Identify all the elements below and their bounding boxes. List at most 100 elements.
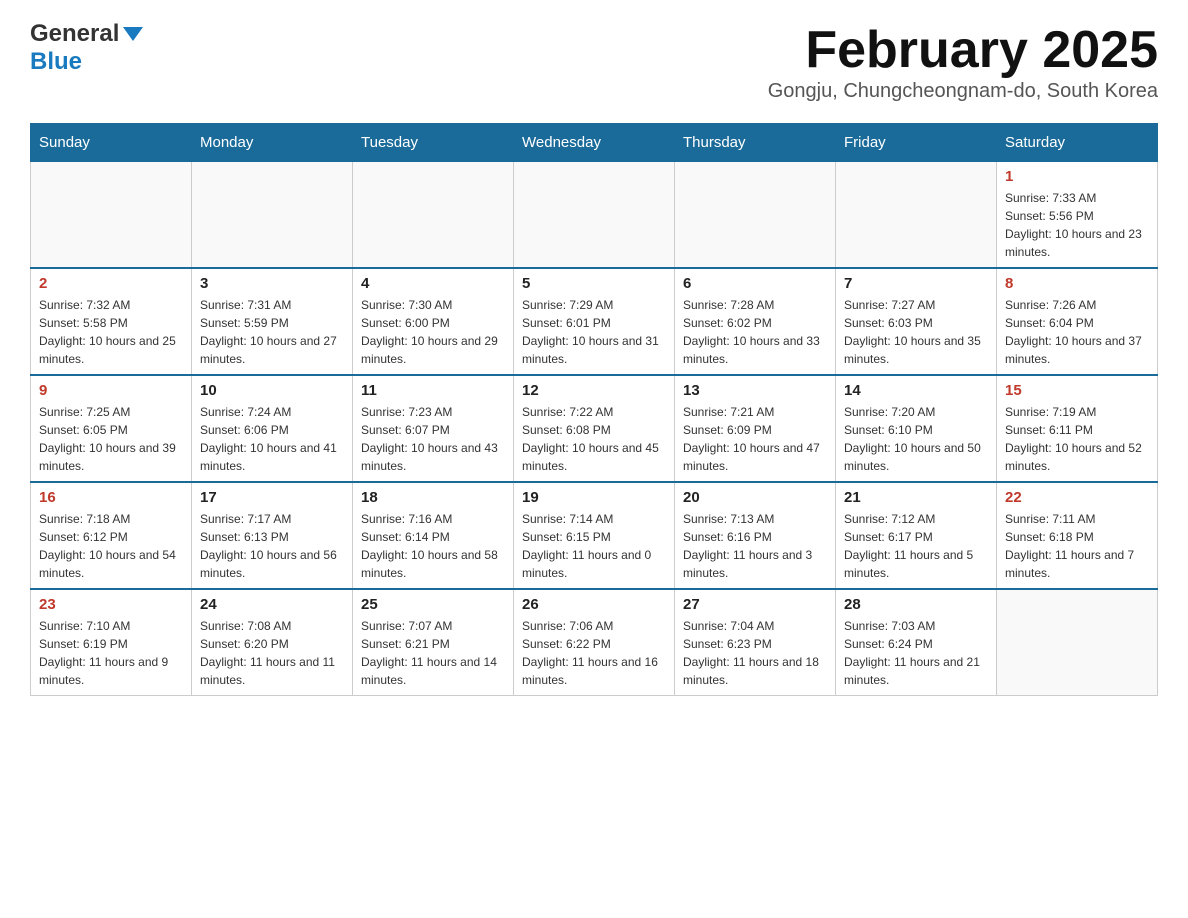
day-number: 12 bbox=[522, 382, 666, 399]
calendar-cell bbox=[514, 162, 675, 269]
calendar-cell bbox=[192, 162, 353, 269]
logo-general-text: General bbox=[30, 20, 119, 47]
day-number: 8 bbox=[1005, 275, 1149, 292]
calendar-cell bbox=[997, 589, 1158, 696]
day-sun-info: Sunrise: 7:12 AMSunset: 6:17 PMDaylight:… bbox=[844, 510, 988, 582]
day-number: 4 bbox=[361, 275, 505, 292]
day-sun-info: Sunrise: 7:17 AMSunset: 6:13 PMDaylight:… bbox=[200, 510, 344, 582]
calendar-cell: 16 Sunrise: 7:18 AMSunset: 6:12 PMDayligh… bbox=[31, 482, 192, 589]
calendar-cell: 26 Sunrise: 7:06 AMSunset: 6:22 PMDayligh… bbox=[514, 589, 675, 696]
calendar-week-row: 2 Sunrise: 7:32 AMSunset: 5:58 PMDaylight… bbox=[31, 268, 1158, 375]
day-sun-info: Sunrise: 7:30 AMSunset: 6:00 PMDaylight:… bbox=[361, 296, 505, 368]
calendar-cell: 23 Sunrise: 7:10 AMSunset: 6:19 PMDayligh… bbox=[31, 589, 192, 696]
day-sun-info: Sunrise: 7:06 AMSunset: 6:22 PMDaylight:… bbox=[522, 617, 666, 689]
day-sun-info: Sunrise: 7:25 AMSunset: 6:05 PMDaylight:… bbox=[39, 403, 183, 475]
day-number: 17 bbox=[200, 489, 344, 506]
day-number: 20 bbox=[683, 489, 827, 506]
day-sun-info: Sunrise: 7:31 AMSunset: 5:59 PMDaylight:… bbox=[200, 296, 344, 368]
day-number: 23 bbox=[39, 596, 183, 613]
day-number: 15 bbox=[1005, 382, 1149, 399]
weekday-header-row: SundayMondayTuesdayWednesdayThursdayFrid… bbox=[31, 124, 1158, 162]
day-sun-info: Sunrise: 7:07 AMSunset: 6:21 PMDaylight:… bbox=[361, 617, 505, 689]
weekday-header-monday: Monday bbox=[192, 124, 353, 162]
calendar-cell: 17 Sunrise: 7:17 AMSunset: 6:13 PMDayligh… bbox=[192, 482, 353, 589]
weekday-header-thursday: Thursday bbox=[675, 124, 836, 162]
day-number: 10 bbox=[200, 382, 344, 399]
month-title: February 2025 bbox=[768, 20, 1158, 80]
calendar-cell: 25 Sunrise: 7:07 AMSunset: 6:21 PMDayligh… bbox=[353, 589, 514, 696]
day-sun-info: Sunrise: 7:16 AMSunset: 6:14 PMDaylight:… bbox=[361, 510, 505, 582]
calendar-cell: 1Sunrise: 7:33 AMSunset: 5:56 PMDaylight… bbox=[997, 162, 1158, 269]
day-sun-info: Sunrise: 7:13 AMSunset: 6:16 PMDaylight:… bbox=[683, 510, 827, 582]
title-block: February 2025 Gongju, Chungcheongnam-do,… bbox=[768, 20, 1158, 113]
calendar-week-row: 9Sunrise: 7:25 AMSunset: 6:05 PMDaylight… bbox=[31, 375, 1158, 482]
calendar-cell: 9Sunrise: 7:25 AMSunset: 6:05 PMDaylight… bbox=[31, 375, 192, 482]
day-number: 5 bbox=[522, 275, 666, 292]
calendar-week-row: 23 Sunrise: 7:10 AMSunset: 6:19 PMDayligh… bbox=[31, 589, 1158, 696]
day-sun-info: Sunrise: 7:04 AMSunset: 6:23 PMDaylight:… bbox=[683, 617, 827, 689]
day-sun-info: Sunrise: 7:28 AMSunset: 6:02 PMDaylight:… bbox=[683, 296, 827, 368]
calendar-cell: 4 Sunrise: 7:30 AMSunset: 6:00 PMDaylight… bbox=[353, 268, 514, 375]
day-number: 22 bbox=[1005, 489, 1149, 506]
calendar-cell: 15Sunrise: 7:19 AMSunset: 6:11 PMDayligh… bbox=[997, 375, 1158, 482]
page-header: General Blue February 2025 Gongju, Chung… bbox=[30, 20, 1158, 113]
day-sun-info: Sunrise: 7:24 AMSunset: 6:06 PMDaylight:… bbox=[200, 403, 344, 475]
location-subtitle: Gongju, Chungcheongnam-do, South Korea bbox=[768, 80, 1158, 103]
day-number: 7 bbox=[844, 275, 988, 292]
day-sun-info: Sunrise: 7:22 AMSunset: 6:08 PMDaylight:… bbox=[522, 403, 666, 475]
day-number: 11 bbox=[361, 382, 505, 399]
calendar-cell: 2 Sunrise: 7:32 AMSunset: 5:58 PMDaylight… bbox=[31, 268, 192, 375]
day-number: 27 bbox=[683, 596, 827, 613]
day-number: 13 bbox=[683, 382, 827, 399]
calendar-cell: 19 Sunrise: 7:14 AMSunset: 6:15 PMDayligh… bbox=[514, 482, 675, 589]
day-sun-info: Sunrise: 7:21 AMSunset: 6:09 PMDaylight:… bbox=[683, 403, 827, 475]
day-sun-info: Sunrise: 7:23 AMSunset: 6:07 PMDaylight:… bbox=[361, 403, 505, 475]
day-number: 16 bbox=[39, 489, 183, 506]
day-number: 6 bbox=[683, 275, 827, 292]
calendar-cell: 22 Sunrise: 7:11 AMSunset: 6:18 PMDayligh… bbox=[997, 482, 1158, 589]
day-sun-info: Sunrise: 7:18 AMSunset: 6:12 PMDaylight:… bbox=[39, 510, 183, 582]
calendar-week-row: 16 Sunrise: 7:18 AMSunset: 6:12 PMDayligh… bbox=[31, 482, 1158, 589]
day-number: 26 bbox=[522, 596, 666, 613]
day-number: 3 bbox=[200, 275, 344, 292]
day-sun-info: Sunrise: 7:29 AMSunset: 6:01 PMDaylight:… bbox=[522, 296, 666, 368]
calendar-cell: 3 Sunrise: 7:31 AMSunset: 5:59 PMDaylight… bbox=[192, 268, 353, 375]
day-sun-info: Sunrise: 7:26 AMSunset: 6:04 PMDaylight:… bbox=[1005, 296, 1149, 368]
logo-triangle-icon bbox=[123, 27, 143, 41]
weekday-header-tuesday: Tuesday bbox=[353, 124, 514, 162]
calendar-cell: 5 Sunrise: 7:29 AMSunset: 6:01 PMDaylight… bbox=[514, 268, 675, 375]
day-number: 19 bbox=[522, 489, 666, 506]
weekday-header-sunday: Sunday bbox=[31, 124, 192, 162]
day-sun-info: Sunrise: 7:10 AMSunset: 6:19 PMDaylight:… bbox=[39, 617, 183, 689]
day-number: 2 bbox=[39, 275, 183, 292]
calendar-cell: 12 Sunrise: 7:22 AMSunset: 6:08 PMDayligh… bbox=[514, 375, 675, 482]
day-sun-info: Sunrise: 7:27 AMSunset: 6:03 PMDaylight:… bbox=[844, 296, 988, 368]
calendar-cell: 27 Sunrise: 7:04 AMSunset: 6:23 PMDayligh… bbox=[675, 589, 836, 696]
calendar-cell: 6 Sunrise: 7:28 AMSunset: 6:02 PMDaylight… bbox=[675, 268, 836, 375]
calendar-cell: 7 Sunrise: 7:27 AMSunset: 6:03 PMDaylight… bbox=[836, 268, 997, 375]
day-number: 24 bbox=[200, 596, 344, 613]
calendar-cell bbox=[353, 162, 514, 269]
logo: General Blue bbox=[30, 20, 143, 76]
day-number: 28 bbox=[844, 596, 988, 613]
weekday-header-friday: Friday bbox=[836, 124, 997, 162]
day-number: 21 bbox=[844, 489, 988, 506]
calendar-cell: 18Sunrise: 7:16 AMSunset: 6:14 PMDayligh… bbox=[353, 482, 514, 589]
weekday-header-saturday: Saturday bbox=[997, 124, 1158, 162]
calendar-cell: 14Sunrise: 7:20 AMSunset: 6:10 PMDayligh… bbox=[836, 375, 997, 482]
calendar-cell: 24Sunrise: 7:08 AMSunset: 6:20 PMDayligh… bbox=[192, 589, 353, 696]
calendar-cell: 21 Sunrise: 7:12 AMSunset: 6:17 PMDayligh… bbox=[836, 482, 997, 589]
day-number: 25 bbox=[361, 596, 505, 613]
calendar-week-row: 1Sunrise: 7:33 AMSunset: 5:56 PMDaylight… bbox=[31, 162, 1158, 269]
day-sun-info: Sunrise: 7:14 AMSunset: 6:15 PMDaylight:… bbox=[522, 510, 666, 582]
calendar-cell bbox=[836, 162, 997, 269]
calendar-cell: 10 Sunrise: 7:24 AMSunset: 6:06 PMDayligh… bbox=[192, 375, 353, 482]
calendar-cell: 13 Sunrise: 7:21 AMSunset: 6:09 PMDayligh… bbox=[675, 375, 836, 482]
calendar-cell: 11 Sunrise: 7:23 AMSunset: 6:07 PMDayligh… bbox=[353, 375, 514, 482]
day-sun-info: Sunrise: 7:20 AMSunset: 6:10 PMDaylight:… bbox=[844, 403, 988, 475]
calendar-cell: 28Sunrise: 7:03 AMSunset: 6:24 PMDayligh… bbox=[836, 589, 997, 696]
day-sun-info: Sunrise: 7:32 AMSunset: 5:58 PMDaylight:… bbox=[39, 296, 183, 368]
calendar-cell bbox=[31, 162, 192, 269]
day-sun-info: Sunrise: 7:11 AMSunset: 6:18 PMDaylight:… bbox=[1005, 510, 1149, 582]
calendar-cell: 8 Sunrise: 7:26 AMSunset: 6:04 PMDaylight… bbox=[997, 268, 1158, 375]
